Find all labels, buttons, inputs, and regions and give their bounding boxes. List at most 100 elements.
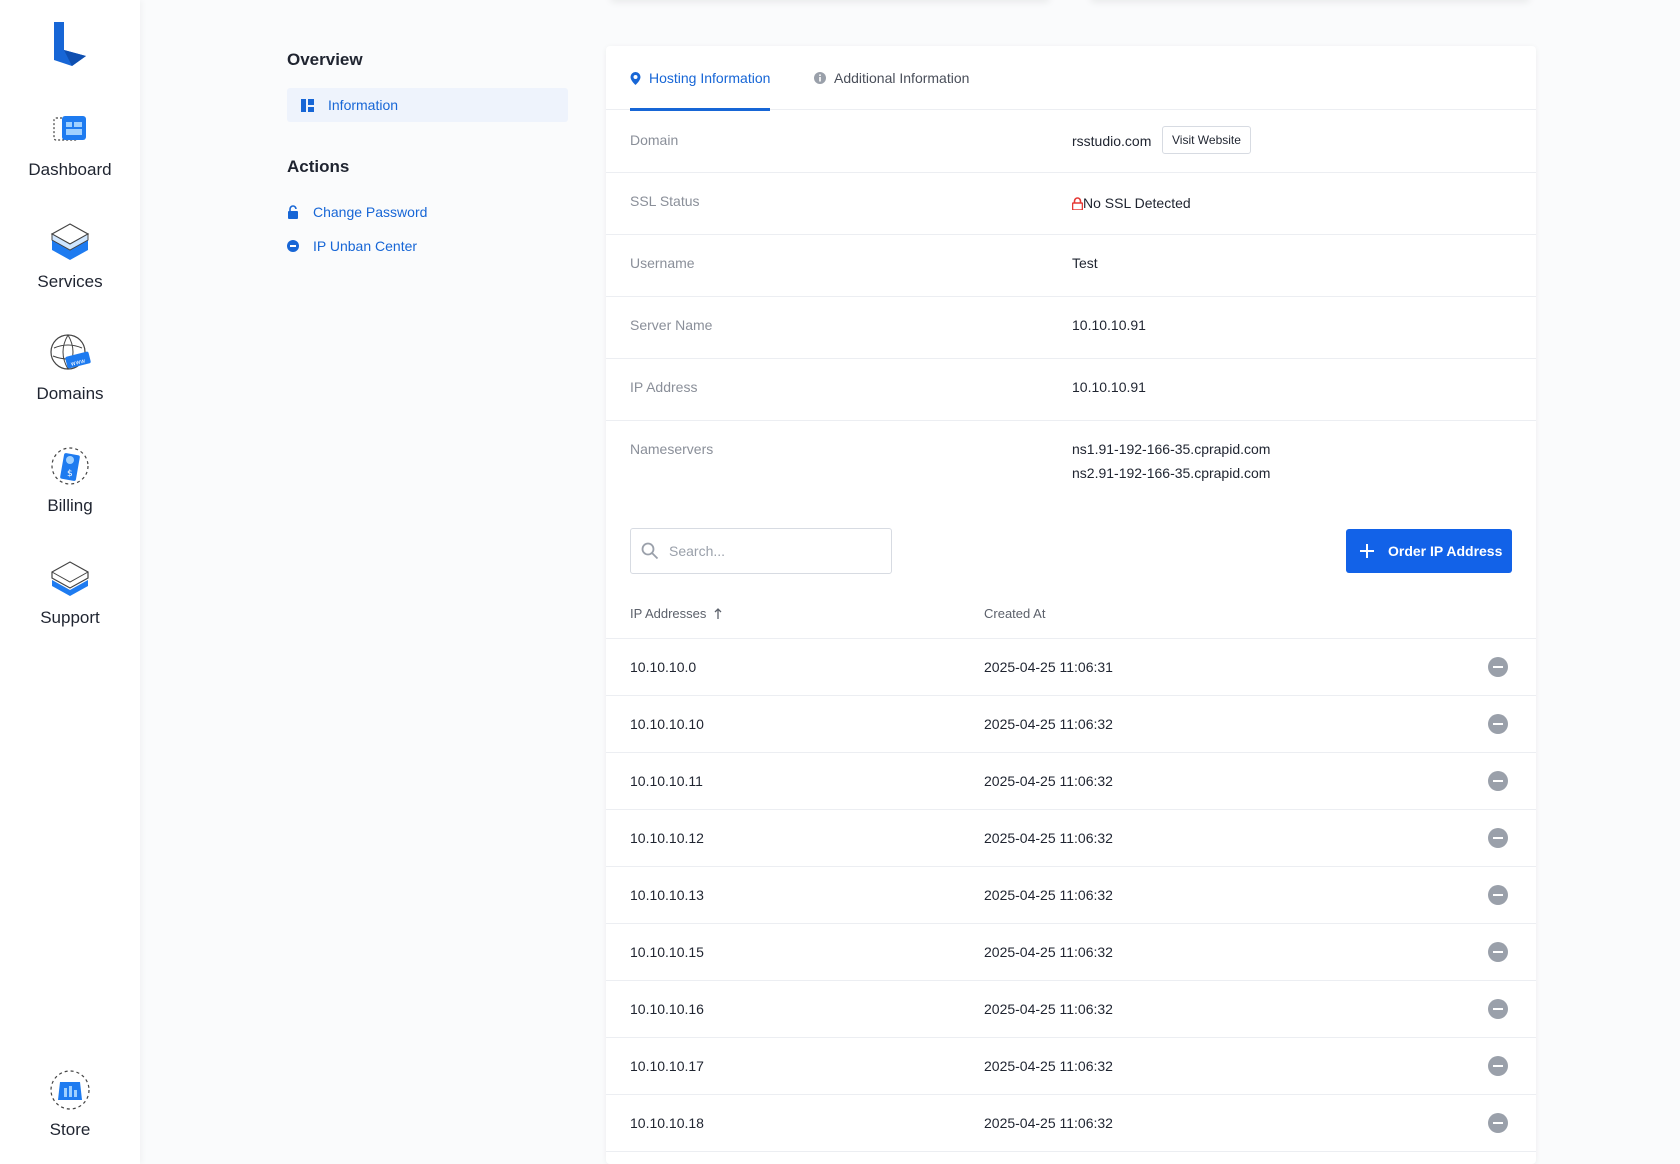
- unlocked-warning-icon: [1072, 196, 1083, 210]
- ip-address-cell: 10.10.10.12: [630, 830, 704, 846]
- order-ip-address-label: Order IP Address: [1388, 543, 1503, 559]
- ssl-label: SSL Status: [630, 193, 700, 209]
- tab-additional-information-label: Additional Information: [834, 70, 970, 86]
- order-ip-address-button[interactable]: Order IP Address: [1346, 529, 1512, 573]
- nameserver-2: ns2.91-192-166-35.cprapid.com: [1072, 465, 1271, 481]
- table-row: 10.10.10.16 2025-04-25 11:06:32: [606, 981, 1536, 1038]
- table-row: 10.10.10.0 2025-04-25 11:06:31: [606, 639, 1536, 696]
- server-name-label: Server Name: [630, 317, 713, 333]
- remove-ip-icon[interactable]: [1488, 828, 1508, 848]
- overview-heading: Overview: [287, 50, 363, 69]
- column-header-created[interactable]: Created At: [984, 606, 1045, 621]
- username-value: Test: [1072, 255, 1098, 271]
- column-header-ip[interactable]: IP Addresses: [630, 606, 723, 621]
- domain-label: Domain: [630, 132, 679, 148]
- table-row: 10.10.10.18 2025-04-25 11:06:32: [606, 1095, 1536, 1152]
- nav-store[interactable]: Store: [0, 1068, 140, 1140]
- remove-ip-icon[interactable]: [1488, 1056, 1508, 1076]
- sort-ascending-icon: [714, 607, 722, 619]
- tab-additional-information[interactable]: Additional Information: [814, 46, 969, 110]
- table-row: 10.10.10.15 2025-04-25 11:06:32: [606, 924, 1536, 981]
- table-row: 10.10.10.10 2025-04-25 11:06:32: [606, 696, 1536, 753]
- ip-address-row: IP Address 10.10.10.91: [606, 359, 1536, 421]
- ip-address-cell: 10.10.10.17: [630, 1058, 704, 1074]
- store-icon: [50, 1070, 90, 1110]
- services-icon: [50, 223, 90, 260]
- ip-address-label: IP Address: [630, 379, 698, 395]
- nameservers-row: Nameservers ns1.91-192-166-35.cprapid.co…: [606, 421, 1536, 501]
- nav-dashboard[interactable]: Dashboard: [0, 108, 140, 180]
- nav-store-label: Store: [49, 1120, 91, 1139]
- created-at-cell: 2025-04-25 11:06:31: [984, 659, 1113, 675]
- nav-dashboard-label: Dashboard: [28, 160, 112, 179]
- domains-icon: www: [50, 334, 91, 370]
- ip-unban-center-link[interactable]: IP Unban Center: [287, 238, 417, 254]
- hosting-panel: Hosting Information Additional Informati…: [606, 46, 1536, 1164]
- ip-address-cell: 10.10.10.10: [630, 716, 704, 732]
- column-header-ip-label: IP Addresses: [630, 606, 707, 621]
- search-icon: [641, 542, 659, 560]
- visit-website-button[interactable]: Visit Website: [1162, 126, 1251, 154]
- nav-support[interactable]: Support: [0, 556, 140, 628]
- ip-search-box[interactable]: [630, 528, 892, 574]
- server-name-row: Server Name 10.10.10.91: [606, 297, 1536, 359]
- nav-billing[interactable]: $ Billing: [0, 444, 140, 516]
- ip-address-cell: 10.10.10.18: [630, 1115, 704, 1131]
- brand-logo[interactable]: [50, 20, 90, 68]
- created-at-cell: 2025-04-25 11:06:32: [984, 830, 1113, 846]
- lock-icon: [288, 205, 298, 219]
- table-row: 10.10.10.13 2025-04-25 11:06:32: [606, 867, 1536, 924]
- created-at-cell: 2025-04-25 11:06:32: [984, 1058, 1113, 1074]
- main-sidebar: Dashboard Services www Domains $ Billing: [0, 0, 140, 1164]
- remove-ip-icon[interactable]: [1488, 999, 1508, 1019]
- submenu-item-information[interactable]: Information: [287, 88, 568, 122]
- minus-circle-icon: [287, 240, 299, 252]
- nav-domains-label: Domains: [36, 384, 104, 403]
- support-icon: [51, 561, 89, 596]
- map-pin-icon: [630, 71, 641, 85]
- remove-ip-icon[interactable]: [1488, 714, 1508, 734]
- nav-support-label: Support: [40, 608, 100, 627]
- nav-services-label: Services: [37, 272, 103, 291]
- ip-address-cell: 10.10.10.15: [630, 944, 704, 960]
- tab-hosting-information[interactable]: Hosting Information: [630, 46, 771, 111]
- nameservers-label: Nameservers: [630, 441, 714, 457]
- remove-ip-icon[interactable]: [1488, 885, 1508, 905]
- ip-address-cell: 10.10.10.11: [630, 773, 703, 789]
- nav-domains[interactable]: www Domains: [0, 332, 140, 404]
- nav-services[interactable]: Services: [0, 220, 140, 292]
- billing-icon: $: [51, 447, 89, 485]
- created-at-cell: 2025-04-25 11:06:32: [984, 1001, 1113, 1017]
- change-password-link[interactable]: Change Password: [287, 204, 427, 220]
- created-at-cell: 2025-04-25 11:06:32: [984, 716, 1113, 732]
- actions-heading: Actions: [287, 157, 350, 176]
- submenu-item-information-label: Information: [328, 97, 399, 113]
- ip-address-cell: 10.10.10.0: [630, 659, 697, 675]
- ip-unban-center-label: IP Unban Center: [313, 238, 418, 254]
- ip-address-cell: 10.10.10.16: [630, 1001, 704, 1017]
- ip-search-input[interactable]: [669, 543, 869, 559]
- grid-icon: [301, 98, 314, 112]
- remove-ip-icon[interactable]: [1488, 657, 1508, 677]
- remove-ip-icon[interactable]: [1488, 771, 1508, 791]
- username-row: Username Test: [606, 235, 1536, 297]
- plus-icon: [1360, 544, 1374, 558]
- tab-bar: Hosting Information Additional Informati…: [606, 46, 1536, 111]
- ssl-status: No SSL Detected: [1072, 195, 1191, 211]
- ssl-row: SSL Status No SSL Detected: [606, 173, 1536, 235]
- nav-billing-label: Billing: [47, 496, 93, 515]
- username-label: Username: [630, 255, 695, 271]
- server-name-value: 10.10.10.91: [1072, 317, 1146, 333]
- created-at-cell: 2025-04-25 11:06:32: [984, 1115, 1113, 1131]
- table-row: 10.10.10.11 2025-04-25 11:06:32: [606, 753, 1536, 810]
- column-header-created-label: Created At: [984, 606, 1046, 621]
- nameserver-1: ns1.91-192-166-35.cprapid.com: [1072, 441, 1271, 457]
- info-icon: [814, 72, 826, 84]
- created-at-cell: 2025-04-25 11:06:32: [984, 773, 1113, 789]
- table-row: 10.10.10.17 2025-04-25 11:06:32: [606, 1038, 1536, 1095]
- change-password-label: Change Password: [313, 204, 428, 220]
- remove-ip-icon[interactable]: [1488, 942, 1508, 962]
- dashboard-icon: [53, 116, 86, 141]
- remove-ip-icon[interactable]: [1488, 1113, 1508, 1133]
- created-at-cell: 2025-04-25 11:06:32: [984, 944, 1113, 960]
